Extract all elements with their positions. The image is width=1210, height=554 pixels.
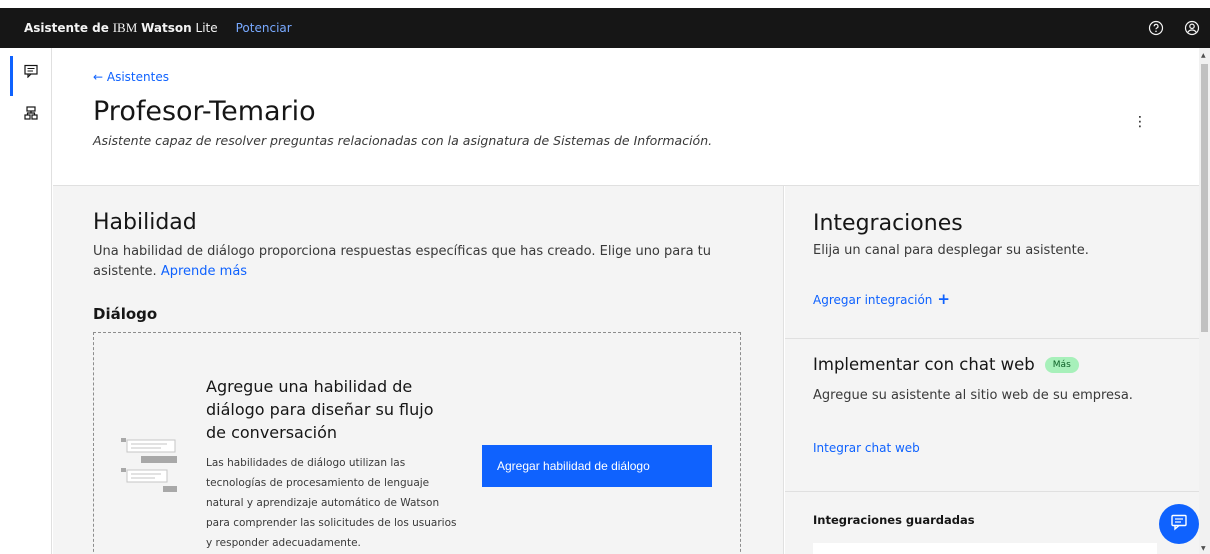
assistant-header: ← Asistentes Profesor-Temario Asistente … [53, 48, 1199, 186]
top-gap [0, 0, 1210, 8]
dialog-card-heading: Agregue una habilidad de diálogo para di… [206, 377, 434, 442]
app-header: Asistente de IBM Watson Lite Potenciar [0, 8, 1210, 48]
dialog-card-body: Las habilidades de diálogo utilizan las … [206, 457, 457, 549]
saved-integrations-section: Integraciones guardadas [785, 493, 1199, 554]
skills-title: Habilidad [93, 210, 197, 235]
saved-integration-card[interactable] [813, 543, 1157, 554]
saved-integrations-title: Integraciones guardadas [813, 513, 975, 527]
web-chat-title: Implementar con chat web Más [813, 355, 1079, 374]
scroll-down-icon[interactable]: ▼ [1201, 545, 1206, 552]
plus-plan-badge: Más [1044, 356, 1079, 373]
overflow-menu-icon[interactable]: ⋮ [1133, 114, 1147, 130]
add-integration-link[interactable]: Agregar integración + [813, 290, 950, 308]
brand-watson: Watson [141, 21, 192, 35]
plus-icon: + [937, 290, 950, 308]
skills-icon [24, 105, 38, 124]
dialog-skill-card: Agregue una habilidad de diálogo para di… [93, 332, 741, 554]
back-to-assistants-link[interactable]: ← Asistentes [93, 70, 169, 84]
integrations-title: Integraciones [813, 211, 963, 236]
add-integration-label: Agregar integración [813, 293, 933, 307]
chat-launcher-button[interactable] [1159, 504, 1199, 544]
integrations-column: Integraciones Elija un canal para desple… [785, 186, 1199, 554]
user-icon[interactable] [1180, 16, 1204, 40]
brand-name[interactable]: Asistente de IBM Watson Lite [24, 20, 218, 36]
add-dialog-skill-button[interactable]: Agregar habilidad de diálogo [482, 445, 712, 487]
web-chat-description: Agregue su asistente al sitio web de su … [813, 388, 1133, 403]
page-title: Profesor-Temario [93, 96, 316, 127]
scroll-up-icon[interactable]: ▲ [1201, 52, 1206, 59]
brand-ibm: IBM [112, 20, 138, 35]
upgrade-link[interactable]: Potenciar [236, 21, 292, 35]
chat-icon [24, 63, 38, 82]
web-chat-section: Implementar con chat web Más Agregue su … [785, 340, 1199, 492]
integrate-web-chat-link[interactable]: Integrar chat web [813, 441, 920, 455]
help-icon[interactable] [1144, 16, 1168, 40]
page-scrollbar[interactable]: ▲ ▼ [1199, 48, 1210, 554]
scroll-thumb[interactable] [1201, 64, 1208, 332]
rail-item-skills[interactable] [0, 94, 52, 134]
rail-item-assistant[interactable] [0, 52, 52, 96]
skills-description: Una habilidad de diálogo proporciona res… [93, 242, 713, 282]
dialog-heading: Diálogo [93, 305, 158, 323]
page-description: Asistente capaz de resolver preguntas re… [93, 133, 713, 148]
learn-more-link[interactable]: Aprende más [161, 264, 247, 279]
web-chat-title-text: Implementar con chat web [813, 355, 1035, 374]
brand-prefix: Asistente de [24, 21, 109, 35]
dialog-illustration-icon [121, 438, 181, 498]
integrations-description: Elija un canal para desplegar su asisten… [813, 243, 1089, 258]
brand-suffix: Lite [195, 21, 218, 35]
left-rail [0, 48, 52, 554]
integrations-section: Integraciones Elija un canal para desple… [785, 186, 1199, 339]
skills-section: Habilidad Una habilidad de diálogo propo… [53, 186, 784, 554]
chat-bubble-icon [1170, 513, 1188, 535]
